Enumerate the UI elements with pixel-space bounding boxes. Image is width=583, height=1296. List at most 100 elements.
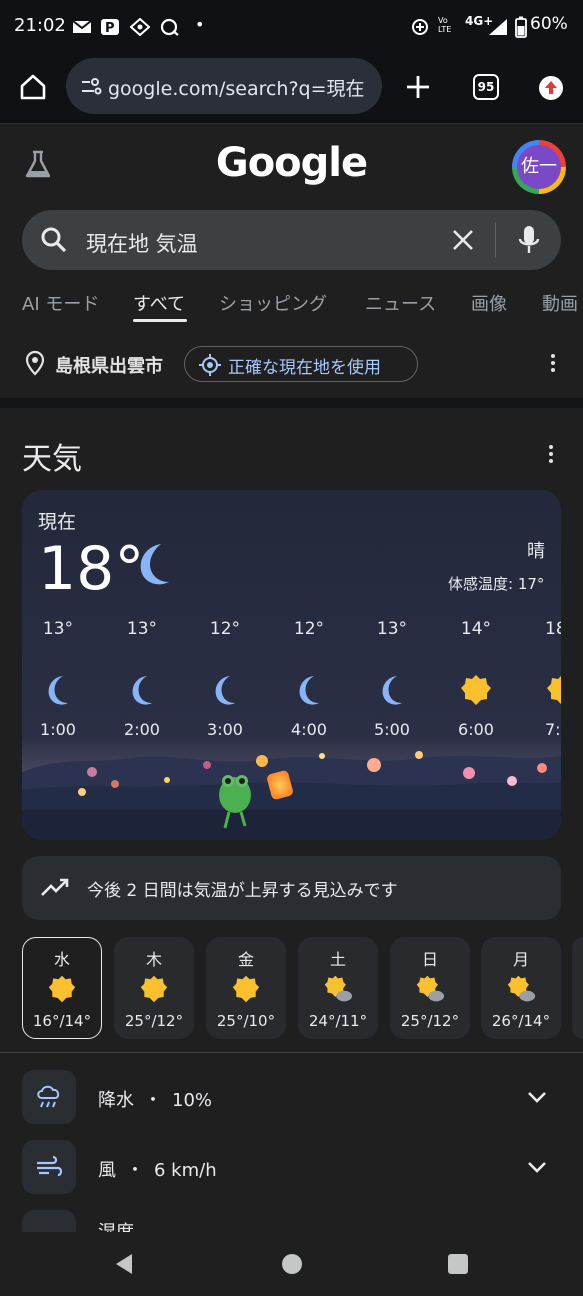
tab-news[interactable]: ニュース — [365, 290, 436, 316]
day-name: 月 — [512, 950, 529, 969]
sun-icon — [140, 975, 168, 1003]
tab-videos[interactable]: 動画 — [542, 290, 578, 316]
site-settings-icon[interactable] — [80, 77, 102, 97]
location-pin-icon — [25, 350, 45, 376]
precipitation-label: 降水 — [98, 1090, 134, 1111]
day-temp-range: 26°/14° — [491, 1012, 551, 1030]
signal-icon — [489, 19, 507, 35]
moon-icon — [299, 676, 319, 705]
sun-icon — [547, 676, 561, 704]
paypay-icon: P — [101, 19, 119, 36]
day-name: 金 — [237, 950, 254, 969]
hourly-temp: 14° — [460, 619, 492, 639]
volte-icon: Vo LTE — [438, 16, 452, 34]
hourly-time: 6:00 — [458, 720, 494, 739]
location-name[interactable]: 島根県出雲市 — [55, 352, 163, 378]
moon-icon — [215, 676, 235, 705]
avatar[interactable]: 佐一 — [517, 145, 561, 189]
hourly-temp: 13° — [126, 619, 158, 639]
battery-icon — [515, 16, 527, 38]
hourly-temp: 13° — [376, 619, 408, 639]
day-temp-range: 25°/12° — [400, 1012, 460, 1030]
sun-icon — [461, 675, 491, 705]
day-temp-range: 25°/10° — [216, 1012, 276, 1030]
data-saver-icon — [412, 19, 428, 35]
moon-icon — [382, 676, 402, 705]
day-tile[interactable] — [572, 937, 583, 1039]
home-icon[interactable] — [18, 72, 48, 102]
wind-icon — [37, 1155, 63, 1177]
day-name: 水 — [53, 950, 70, 969]
hourly-time: 7:00 — [545, 720, 561, 739]
microphone-icon[interactable] — [517, 224, 541, 256]
day-name: 土 — [329, 950, 346, 969]
day-temp-range: 25°/12° — [124, 1012, 184, 1030]
partly-cloudy-icon — [416, 975, 445, 1002]
moon-icon — [132, 676, 152, 705]
svg-text:P: P — [105, 21, 115, 36]
battery-percent: 60% — [530, 14, 568, 34]
weather-condition: 晴 — [527, 541, 545, 562]
precipitation-row[interactable]: 降水・ 10% — [98, 1086, 212, 1112]
humidity-icon-box — [22, 1210, 76, 1232]
tab-all[interactable]: すべて — [133, 290, 185, 316]
weather-menu-icon[interactable] — [543, 443, 559, 465]
wind-row[interactable]: 風・ 6 km/h — [98, 1156, 217, 1182]
search-icon — [41, 227, 67, 253]
url-text[interactable]: google.com/search?q=現在 — [108, 74, 374, 101]
chevron-down-icon[interactable] — [526, 1087, 548, 1107]
clear-icon[interactable] — [452, 229, 474, 251]
humidity-label: 湿度 — [98, 1222, 158, 1232]
more-options-icon[interactable] — [545, 352, 561, 374]
hourly-time: 5:00 — [374, 720, 410, 739]
section-separator — [0, 398, 583, 408]
search-divider — [495, 222, 496, 258]
active-tab-indicator — [133, 319, 187, 322]
precise-location-label[interactable]: 正確な現在地を使用 — [228, 353, 381, 378]
partly-cloudy-icon — [507, 975, 536, 1002]
moon-icon — [48, 676, 68, 705]
status-time: 21:02 — [14, 15, 66, 36]
tab-switcher-button[interactable]: 95 — [473, 74, 499, 100]
weather-title: 天気 — [22, 442, 82, 477]
hourly-time: 3:00 — [207, 720, 243, 739]
current-temperature: 18° — [38, 534, 145, 604]
tab-shopping[interactable]: ショッピング — [219, 290, 327, 316]
hourly-time: 2:00 — [124, 720, 160, 739]
hourly-time: 1:00 — [40, 720, 76, 739]
new-tab-icon[interactable] — [405, 74, 431, 100]
current-label: 現在 — [38, 511, 77, 533]
moon-icon — [140, 544, 169, 585]
chevron-down-icon[interactable] — [526, 1157, 548, 1177]
day-temp-range: 16°/14° — [32, 1012, 92, 1030]
day-name: 日 — [421, 950, 438, 969]
rain-icon — [37, 1085, 60, 1108]
sun-icon — [232, 975, 260, 1003]
separator-dot: ・ — [126, 1160, 144, 1181]
hourly-temp: 18° — [545, 619, 561, 639]
day-name: 木 — [145, 950, 162, 969]
search-input[interactable]: 現在地 気温 — [86, 228, 198, 258]
separator-dot: ・ — [144, 1090, 162, 1111]
hourly-temp: 12° — [293, 619, 325, 639]
tab-ai-mode[interactable]: AI モード — [22, 290, 99, 316]
mail-icon — [72, 20, 92, 33]
tab-images[interactable]: 画像 — [471, 290, 507, 316]
day-temp-range: 24°/11° — [308, 1012, 368, 1030]
wind-label: 風 — [98, 1160, 116, 1181]
hourly-time: 4:00 — [291, 720, 327, 739]
gps-icon — [199, 354, 221, 376]
update-icon[interactable] — [538, 75, 564, 101]
notification-dot: • — [195, 15, 205, 34]
chat-icon — [160, 18, 179, 36]
outlook-text: 今後 2 日間は気温が上昇する見込みです — [87, 881, 398, 901]
hourly-temp: 13° — [42, 619, 74, 639]
back-icon[interactable] — [112, 1252, 136, 1276]
google-logo[interactable]: Google — [0, 140, 583, 186]
trending-up-icon — [41, 878, 69, 896]
divider — [0, 1052, 583, 1053]
precipitation-value: 10% — [172, 1090, 213, 1111]
recents-icon[interactable] — [447, 1253, 469, 1275]
feels-like: 体感温度: 17° — [448, 575, 545, 593]
home-nav-icon[interactable] — [281, 1253, 303, 1275]
